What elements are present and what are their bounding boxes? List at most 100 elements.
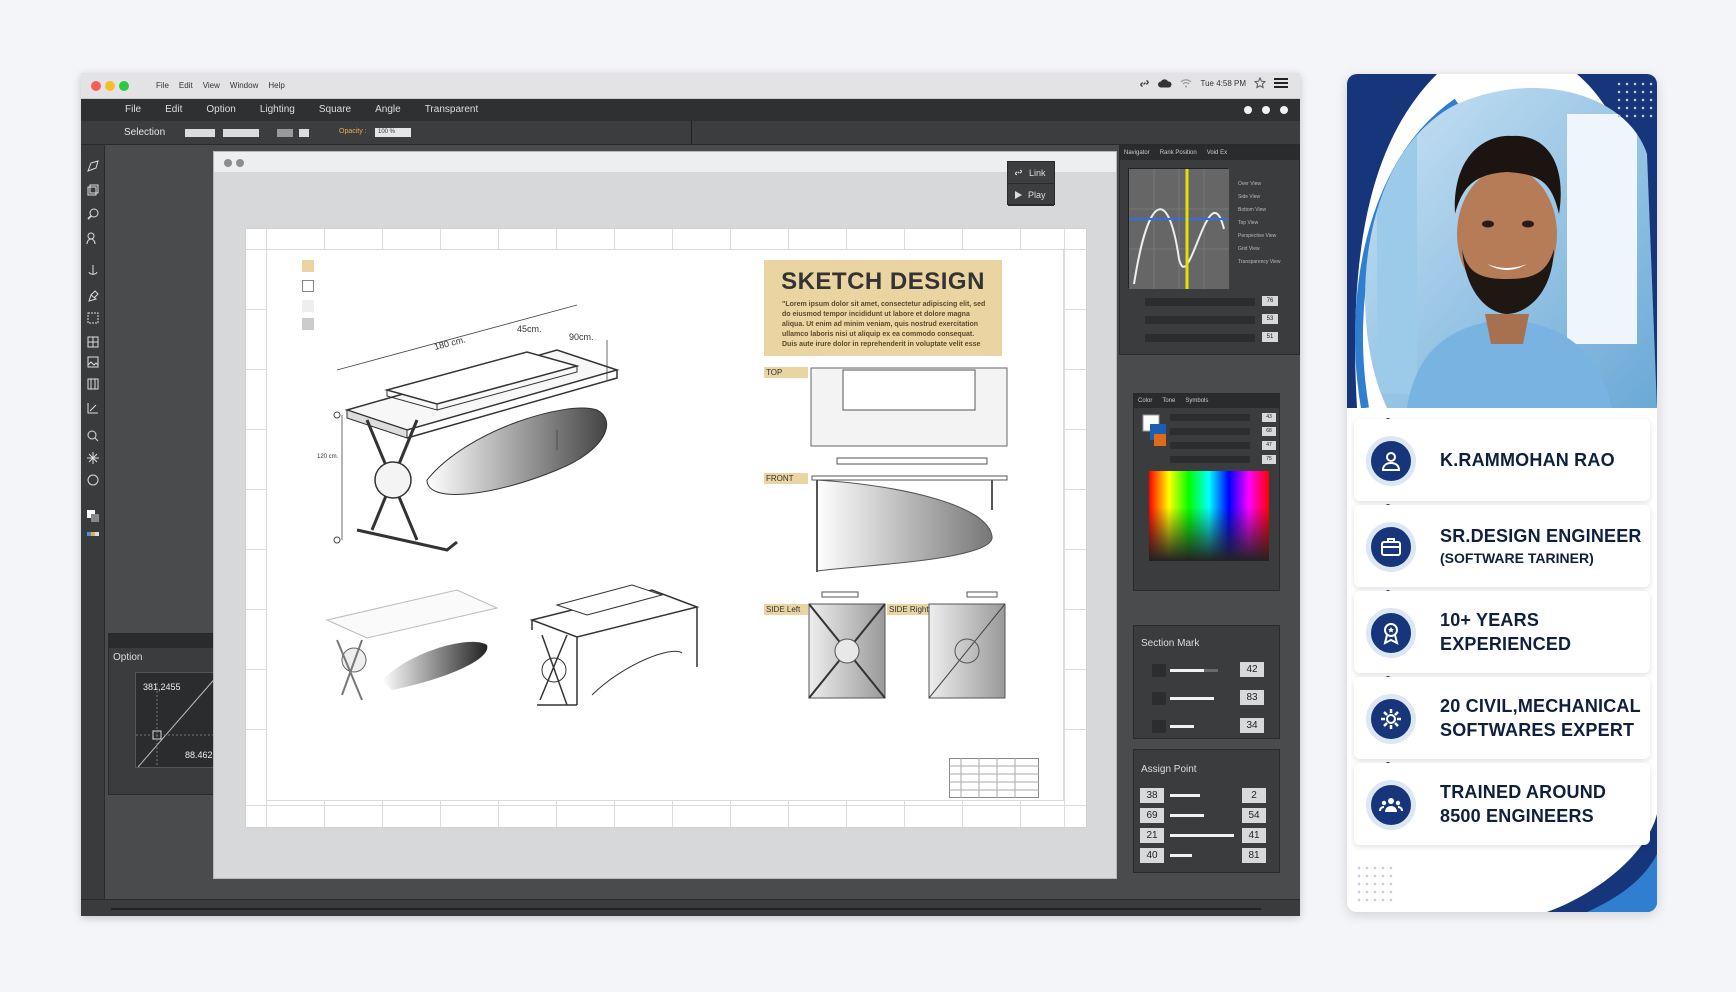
- measure-tool-icon[interactable]: [86, 401, 100, 415]
- mac-menu-view[interactable]: View: [203, 81, 220, 90]
- navigator-preview[interactable]: [1128, 168, 1229, 289]
- color-value-4: 75: [1262, 455, 1276, 464]
- selection-mode-toggle[interactable]: [277, 129, 293, 137]
- mac-menu-help[interactable]: Help: [268, 81, 284, 90]
- tab-symbols[interactable]: Symbols: [1185, 398, 1208, 404]
- menu-transparent[interactable]: Transparent: [425, 104, 479, 115]
- menu-option[interactable]: Option: [206, 104, 235, 115]
- tab-rank-position[interactable]: Rank Position: [1160, 150, 1197, 156]
- selection-field-1[interactable]: [185, 129, 215, 137]
- link-button[interactable]: Link: [1008, 162, 1054, 184]
- color-spectrum-picker[interactable]: [1149, 471, 1269, 561]
- assign-left-2[interactable]: 69: [1140, 808, 1164, 823]
- menu-square[interactable]: Square: [319, 104, 351, 115]
- assign-left-1[interactable]: 38: [1140, 788, 1164, 803]
- pen-tool-icon[interactable]: [86, 159, 100, 173]
- front-view-tag: FRONT: [764, 473, 808, 484]
- swatch-gray[interactable]: [302, 318, 314, 330]
- swatch-tan[interactable]: [302, 260, 314, 272]
- tab-tone[interactable]: Tone: [1162, 398, 1175, 404]
- mac-menu-bar: File Edit View Window Help: [156, 81, 285, 90]
- assign-point-panel: Assign Point 38 2 69 54 21 41 40 81: [1133, 749, 1280, 873]
- assign-right-1[interactable]: 2: [1242, 788, 1266, 803]
- fill-stroke-swatch[interactable]: [1142, 414, 1168, 450]
- close-window-button[interactable]: [91, 81, 101, 91]
- wifi-icon[interactable]: [1180, 78, 1192, 88]
- desk-perspective-sketch: [325, 589, 499, 701]
- app-menu-more[interactable]: [1244, 106, 1288, 114]
- section-mark-value-2[interactable]: 83: [1240, 690, 1264, 705]
- grid-tool-icon[interactable]: [86, 335, 100, 349]
- sketch-design-title-block: SKETCH DESIGN "Lorem ipsum dolor sit ame…: [764, 260, 1002, 356]
- tab-navigator[interactable]: Navigator: [1124, 150, 1150, 156]
- view-perspective[interactable]: Perspective View: [1238, 230, 1281, 243]
- navigator-slider-3[interactable]: 51: [1130, 332, 1280, 342]
- view-side[interactable]: Side View: [1238, 191, 1281, 204]
- opacity-input[interactable]: 100 %: [375, 128, 411, 137]
- selection-swatch[interactable]: [299, 129, 309, 137]
- assign-right-4[interactable]: 81: [1242, 848, 1266, 863]
- section-mark-value-3[interactable]: 34: [1240, 718, 1264, 733]
- navigator-value-1: 76: [1262, 296, 1278, 306]
- swatch-white[interactable]: [302, 280, 314, 292]
- horizontal-scrollbar[interactable]: [111, 908, 1261, 910]
- menu-lighting[interactable]: Lighting: [260, 104, 295, 115]
- dim-width-label: 90cm.: [569, 332, 594, 342]
- option-panel-title: Option: [113, 652, 143, 663]
- cloud-icon[interactable]: [1158, 78, 1173, 89]
- view-grid[interactable]: Grid View: [1238, 243, 1281, 256]
- image-tool-icon[interactable]: [86, 355, 100, 369]
- front-view-drawing: [811, 457, 1008, 572]
- profile-experience-line1: 10+ YEARS: [1440, 610, 1540, 630]
- swatch-light[interactable]: [302, 300, 314, 312]
- view-bottom[interactable]: Bottom View: [1238, 204, 1281, 217]
- view-top[interactable]: Top View: [1238, 217, 1281, 230]
- navigator-slider-1[interactable]: 76: [1130, 296, 1280, 306]
- canvas-close-button[interactable]: [224, 159, 232, 167]
- section-mark-panel: Section Mark 42 83 34: [1133, 625, 1280, 739]
- view-over[interactable]: Over View: [1238, 178, 1281, 191]
- brush-tool-icon[interactable]: [86, 289, 100, 303]
- hand-tool-icon[interactable]: [86, 429, 100, 443]
- mac-menu-file[interactable]: File: [156, 81, 169, 90]
- dim-height-label: 120 cm.: [317, 454, 339, 460]
- view-transparency[interactable]: Transparency View: [1238, 256, 1281, 269]
- tab-color[interactable]: Color: [1138, 398, 1152, 404]
- dim-depth-label: 45cm.: [517, 324, 542, 334]
- maximize-window-button[interactable]: [119, 81, 129, 91]
- assign-right-2[interactable]: 54: [1242, 808, 1266, 823]
- zoom-tool-icon[interactable]: [86, 207, 100, 221]
- menu-file[interactable]: File: [125, 104, 141, 115]
- burst-tool-icon[interactable]: [86, 451, 100, 465]
- menu-edit[interactable]: Edit: [165, 104, 182, 115]
- navigator-slider-2[interactable]: 53: [1130, 314, 1280, 324]
- columns-tool-icon[interactable]: [86, 377, 100, 391]
- selection-label: Selection: [124, 127, 166, 138]
- canvas-minimize-button[interactable]: [236, 159, 244, 167]
- play-button[interactable]: Play: [1008, 184, 1054, 206]
- canvas-tab-bar: [214, 152, 1116, 172]
- layers-tool-icon[interactable]: [86, 183, 100, 197]
- minimize-window-button[interactable]: [105, 81, 115, 91]
- profile-name-row: K.RAMMOHAN RAO: [1354, 419, 1650, 501]
- mac-menu-edit[interactable]: Edit: [179, 81, 193, 90]
- assign-right-3[interactable]: 41: [1242, 828, 1266, 843]
- star-icon[interactable]: [1254, 77, 1266, 89]
- hamburger-menu-icon[interactable]: [1274, 77, 1288, 89]
- crop-tool-icon[interactable]: [86, 311, 100, 325]
- color-swap-icon[interactable]: [86, 509, 100, 523]
- people-search-icon[interactable]: [86, 231, 100, 245]
- tab-void-ex[interactable]: Void Ex: [1207, 150, 1227, 156]
- anchor-tool-icon[interactable]: [86, 263, 100, 277]
- mac-menu-window[interactable]: Window: [230, 81, 258, 90]
- drawing-sheet[interactable]: 180 cm. 45cm. 90cm. 120 cm. SKETCH DESIG…: [245, 228, 1087, 828]
- section-mark-value-1[interactable]: 42: [1240, 662, 1264, 677]
- rotate-tool-icon[interactable]: [86, 473, 100, 487]
- assign-left-3[interactable]: 21: [1140, 828, 1164, 843]
- menu-angle[interactable]: Angle: [375, 104, 401, 115]
- selection-field-2[interactable]: [223, 129, 259, 137]
- color-mode-icon[interactable]: [86, 527, 100, 541]
- assign-left-4[interactable]: 40: [1140, 848, 1164, 863]
- navigator-panel: Navigator Rank Position Void Ex Over Vie…: [1119, 145, 1300, 355]
- link-icon[interactable]: [1139, 78, 1150, 89]
